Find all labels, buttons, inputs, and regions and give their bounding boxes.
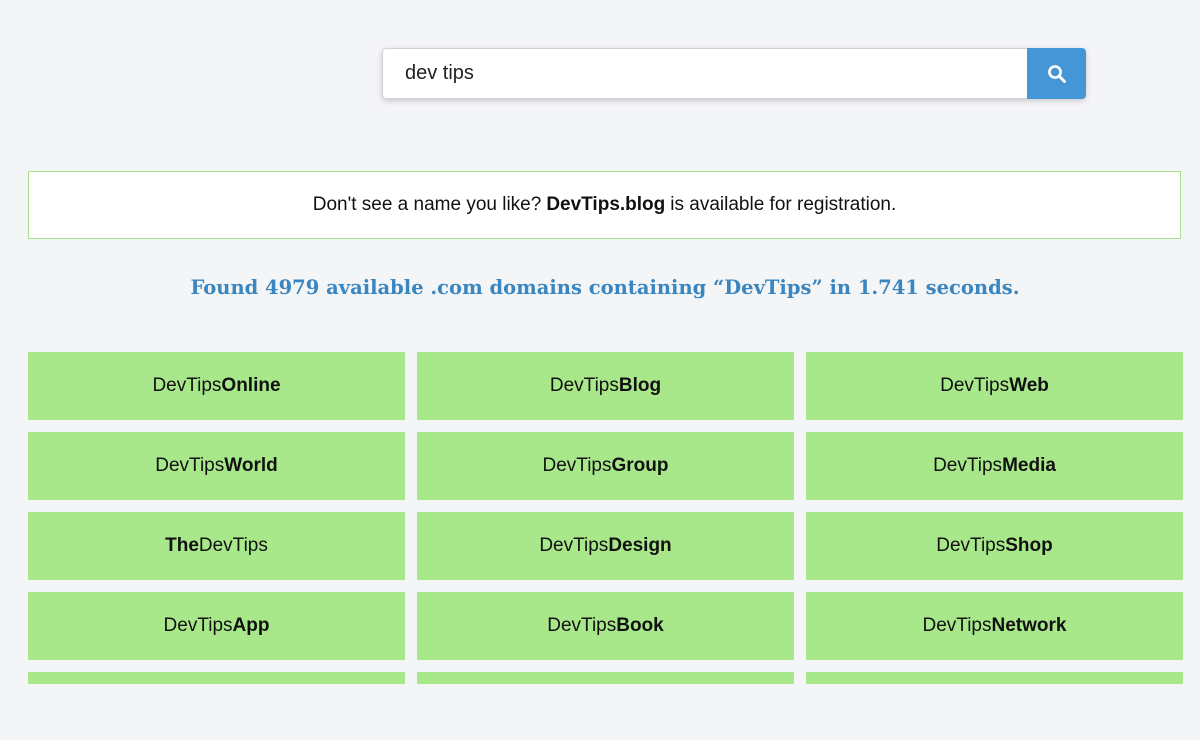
domain-results-grid: DevTips Online DevTips Blog DevTips Web Dev… [28,352,1183,740]
domain-tile-keyword: Web [1009,375,1049,396]
domain-tile[interactable]: DevTips World [28,432,405,500]
domain-tile[interactable]: DevTips Group [417,432,794,500]
suggested-domain-link[interactable]: DevTips.blog [546,194,665,216]
domain-tile-prefix: DevTips [933,455,1003,476]
domain-tile-keyword: The [165,535,199,556]
search-icon [1047,64,1067,84]
registration-notice: Don't see a name you like? DevTips.blog … [28,171,1181,239]
domain-tile-prefix: DevTips [152,375,222,396]
domain-tile-keyword: Online [221,375,281,396]
domain-tile-prefix: DevTips [163,615,233,636]
domain-tile-prefix: DevTips [936,535,1006,556]
notice-prefix: Don't see a name you like? [312,194,542,215]
domain-tile[interactable]: DevTips Online [28,352,405,420]
domain-tile-prefix: DevTips [549,375,619,396]
domain-tile[interactable]: DevTips Shop [806,512,1183,580]
domain-tile[interactable]: DevTips Web [806,352,1183,420]
domain-tile-keyword: Network [991,615,1067,636]
domain-tile-keyword: Blog [618,375,662,396]
search-input[interactable] [382,48,1027,99]
domain-tile-prefix: DevTips [155,455,225,476]
domain-tile-prefix: DevTips [547,615,617,636]
domain-tile-cutoff[interactable] [806,672,1183,684]
results-summary: Found 4979 available .com domains contai… [190,276,1020,299]
notice-suffix: is available for registration. [670,194,897,215]
search-button[interactable] [1027,48,1086,99]
domain-tile-keyword: Book [616,615,664,636]
domain-tile-prefix: DevTips [922,615,992,636]
domain-tile-keyword: Group [611,455,669,476]
domain-tile[interactable]: DevTips Design [417,512,794,580]
domain-tile[interactable]: DevTips App [28,592,405,660]
domain-tile-cutoff[interactable] [417,672,794,684]
domain-tile-prefix: DevTips [542,455,612,476]
domain-tile[interactable]: DevTips Network [806,592,1183,660]
domain-tile-keyword: Shop [1005,535,1053,556]
domain-tile-prefix: DevTips [539,535,609,556]
domain-tile-keyword: Media [1002,455,1056,476]
domain-tile-keyword: World [224,455,278,476]
domain-tile[interactable]: DevTips Media [806,432,1183,500]
domain-tile[interactable]: DevTips Book [417,592,794,660]
domain-tile-keyword: App [232,615,270,636]
search-bar [382,48,1086,99]
domain-tile-cutoff[interactable] [28,672,405,684]
domain-tile[interactable]: The DevTips [28,512,405,580]
domain-tile-suffix: DevTips [198,535,268,556]
domain-tile[interactable]: DevTips Blog [417,352,794,420]
domain-tile-prefix: DevTips [940,375,1010,396]
domain-tile-keyword: Design [608,535,672,556]
